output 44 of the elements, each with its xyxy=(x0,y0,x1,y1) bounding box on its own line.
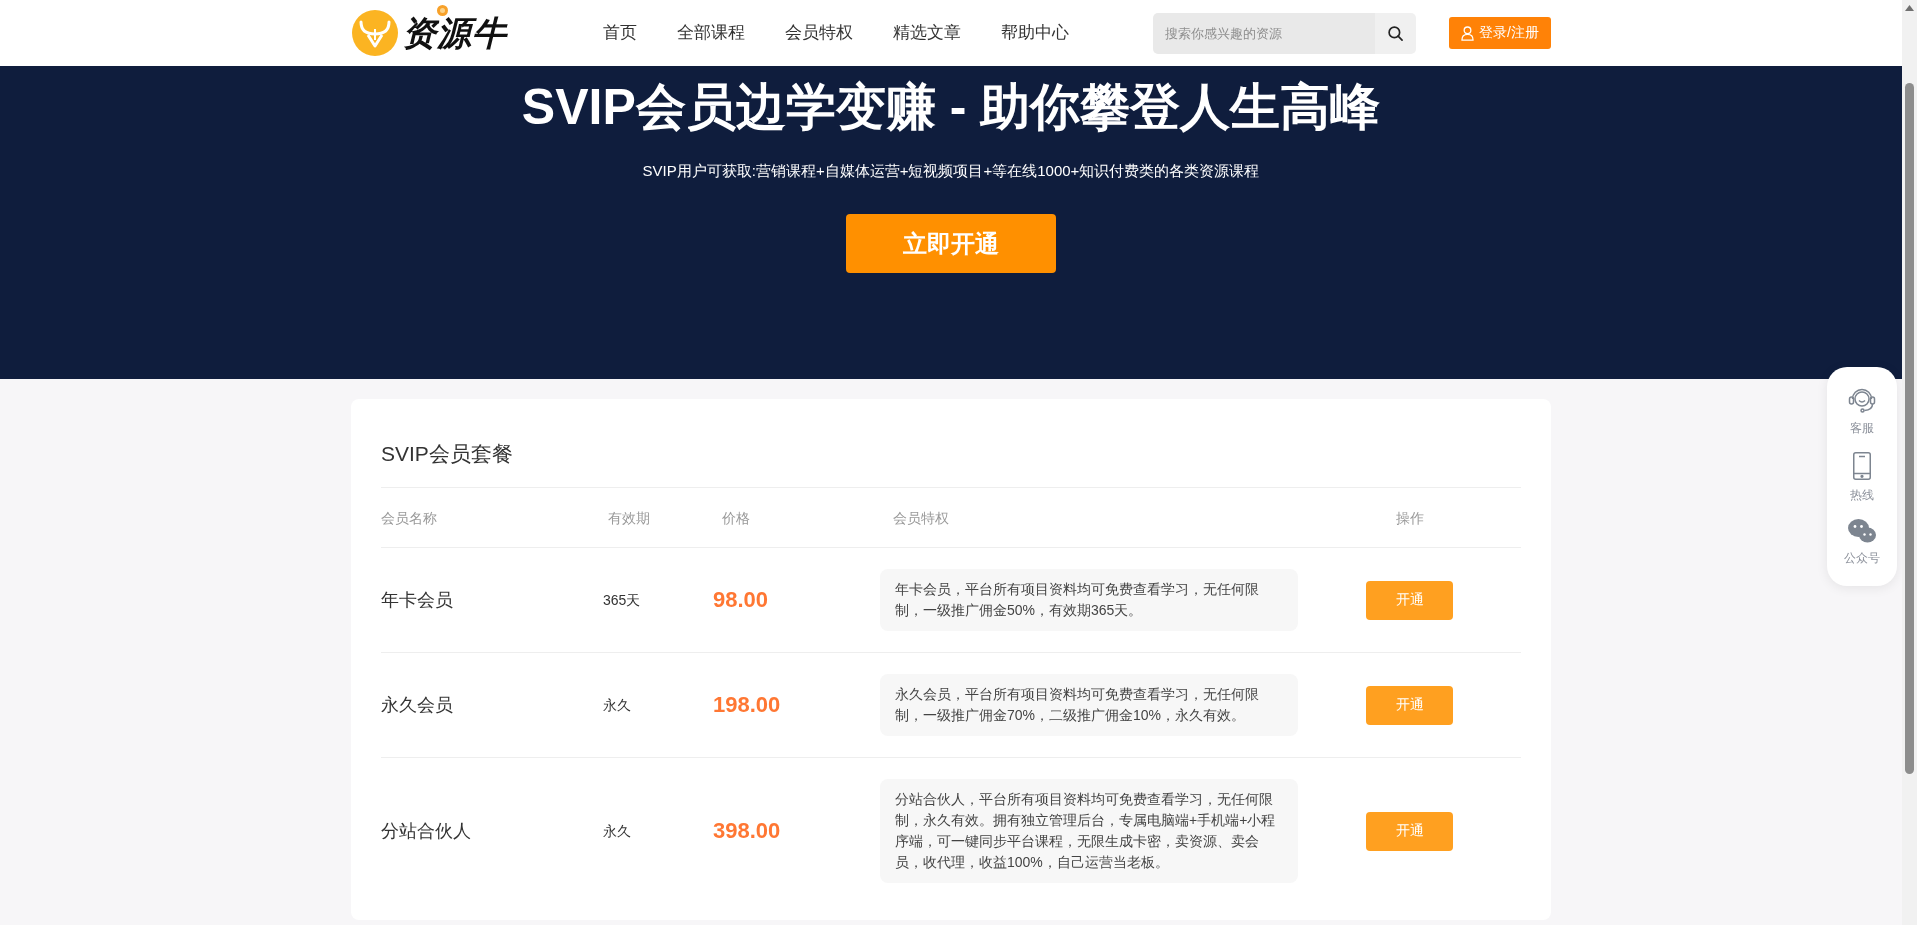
scrollbar-thumb[interactable] xyxy=(1905,83,1914,774)
nav-link[interactable]: 首页 xyxy=(603,21,637,45)
user-icon xyxy=(1461,25,1475,41)
open-button[interactable]: 开通 xyxy=(1366,811,1453,851)
cta-button[interactable]: 立即开通 xyxy=(846,214,1056,273)
nav-link[interactable]: 会员特权 xyxy=(785,21,853,45)
column-header: 会员特权 xyxy=(893,509,949,528)
chat-bubbles-icon xyxy=(1848,519,1876,543)
validity-text: 永久 xyxy=(603,696,631,715)
column-header: 会员名称 xyxy=(381,509,437,528)
login-button[interactable]: 登录/注册 xyxy=(1449,17,1551,49)
search-icon xyxy=(1388,25,1403,41)
bull-logo-icon xyxy=(352,10,398,56)
nav-link[interactable]: 精选文章 xyxy=(893,21,961,45)
phone-icon xyxy=(1853,452,1871,480)
column-header: 操作 xyxy=(1395,509,1424,528)
plan-name: 年卡会员 xyxy=(381,589,453,612)
price-text: 198.00 xyxy=(713,691,781,719)
nav-link[interactable]: 帮助中心 xyxy=(1001,21,1069,45)
section-title: SVIP会员套餐 xyxy=(381,441,514,467)
search-field[interactable]: 搜索你感兴趣的资源 xyxy=(1153,12,1375,54)
column-header: 有效期 xyxy=(608,509,650,528)
plan-name: 分站合伙人 xyxy=(381,820,471,843)
validity-text: 永久 xyxy=(603,822,631,841)
dot-icon xyxy=(437,5,448,16)
benefits-text: 年卡会员，平台所有项目资料均可免费查看学习，无任何限制，一级推广佣金50%，有效期365天。 xyxy=(880,569,1298,631)
scroll-up-arrow-icon[interactable] xyxy=(1905,5,1914,11)
nav-link[interactable]: 全部课程 xyxy=(677,21,745,45)
scrollbar-track[interactable] xyxy=(1902,0,1917,925)
side-link[interactable]: 客服 xyxy=(1848,385,1876,436)
side-link[interactable]: 公众号 xyxy=(1844,519,1880,566)
side-link[interactable]: 热线 xyxy=(1850,452,1874,503)
benefits-text: 永久会员，平台所有项目资料均可免费查看学习，无任何限制，一级推广佣金70%，二级推广佣金10%，永久有效。 xyxy=(880,674,1298,736)
open-button[interactable]: 开通 xyxy=(1366,685,1453,725)
price-text: 98.00 xyxy=(713,586,769,614)
validity-text: 365天 xyxy=(603,591,641,610)
price-text: 398.00 xyxy=(713,817,781,845)
hero-subtitle: SVIP用户可获取:营销课程+自媒体运营+短视频项目+等在线1000+知识付费类的各类资源课程 xyxy=(642,161,1260,181)
plan-name: 永久会员 xyxy=(381,694,453,717)
benefits-text: 分站合伙人，平台所有项目资料均可免费查看学习，无任何限制，永久有效。拥有独立管理后台，专属电脑端+手机端+小程序端，可一键同步平台课程，无限生成卡密，卖资源、卖会员，收代理，收益100%，自己运营当老板。 xyxy=(880,779,1298,883)
open-button[interactable]: 开通 xyxy=(1366,580,1453,620)
column-header: 价格 xyxy=(722,509,750,528)
search-button[interactable] xyxy=(1375,12,1416,54)
hero-title: SVIP会员边学变赚 - 助你攀登人生高峰 xyxy=(521,78,1381,137)
